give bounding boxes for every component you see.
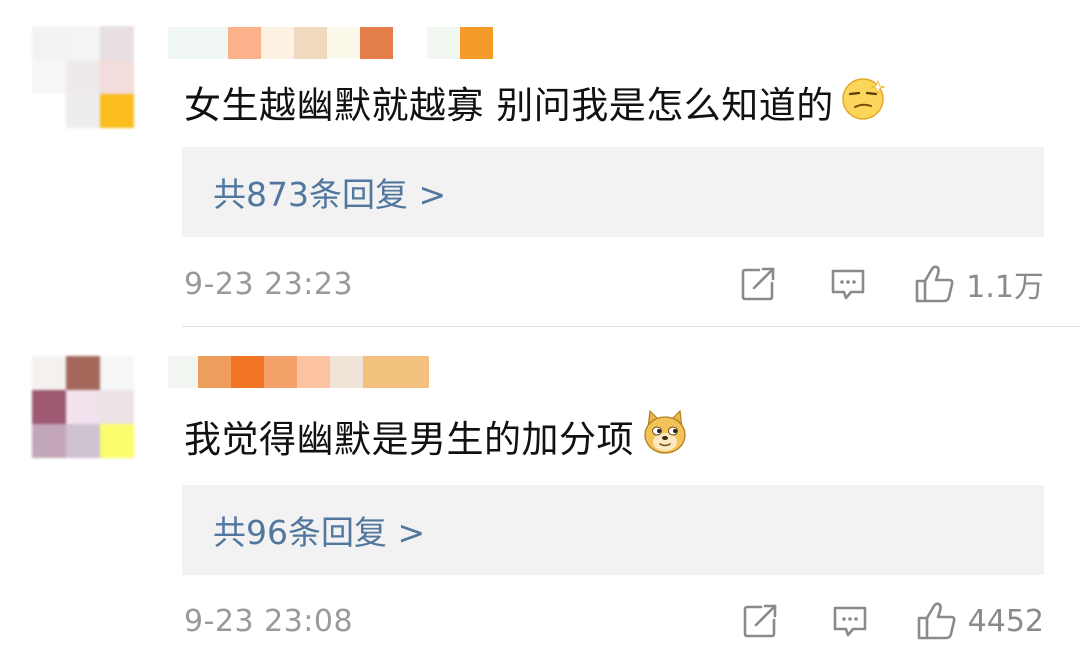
- like-count: 4452: [967, 603, 1044, 639]
- username-blurred[interactable]: [168, 27, 493, 59]
- avatar[interactable]: [32, 356, 134, 458]
- comment-text: 女生越幽默就越寡 别问我是怎么知道的: [184, 77, 886, 127]
- username-blurred[interactable]: [168, 356, 429, 388]
- share-icon[interactable]: [738, 265, 778, 303]
- action-bar: 4452: [740, 601, 1044, 641]
- comment-meta: 9-23 23:23 1.1万: [184, 264, 1044, 305]
- comment-item: 女生越幽默就越寡 别问我是怎么知道的 共873条回复 > 9-23 23:23: [0, 0, 1080, 326]
- view-replies-link[interactable]: 共96条回复 >: [213, 506, 425, 554]
- comment-icon[interactable]: [828, 265, 868, 303]
- reply-box: 共96条回复 >: [182, 485, 1044, 575]
- action-bar: 1.1万: [738, 264, 1044, 305]
- thumbs-up-icon[interactable]: [916, 601, 958, 641]
- reply-box: 共873条回复 >: [182, 147, 1044, 237]
- comment-text: 我觉得幽默是男生的加分项: [184, 409, 690, 461]
- share-icon[interactable]: [740, 602, 780, 640]
- doge-icon: [640, 408, 690, 465]
- timestamp: 9-23 23:23: [184, 266, 354, 302]
- smirk-face-icon: [840, 75, 886, 130]
- comment-text-content: 女生越幽默就越寡 别问我是怎么知道的: [184, 84, 834, 127]
- comment-meta: 9-23 23:08 4452: [184, 601, 1044, 641]
- comment-item: 我觉得幽默是男生的加分项 共96条回复 > 9-23 23:08 4452: [0, 326, 1080, 655]
- comment-icon[interactable]: [830, 602, 870, 640]
- thumbs-up-icon[interactable]: [914, 264, 956, 304]
- view-replies-link[interactable]: 共873条回复 >: [213, 168, 446, 216]
- timestamp: 9-23 23:08: [184, 603, 354, 639]
- like-count: 1.1万: [966, 270, 1044, 305]
- avatar[interactable]: [32, 26, 134, 128]
- comment-text-content: 我觉得幽默是男生的加分项: [184, 418, 634, 461]
